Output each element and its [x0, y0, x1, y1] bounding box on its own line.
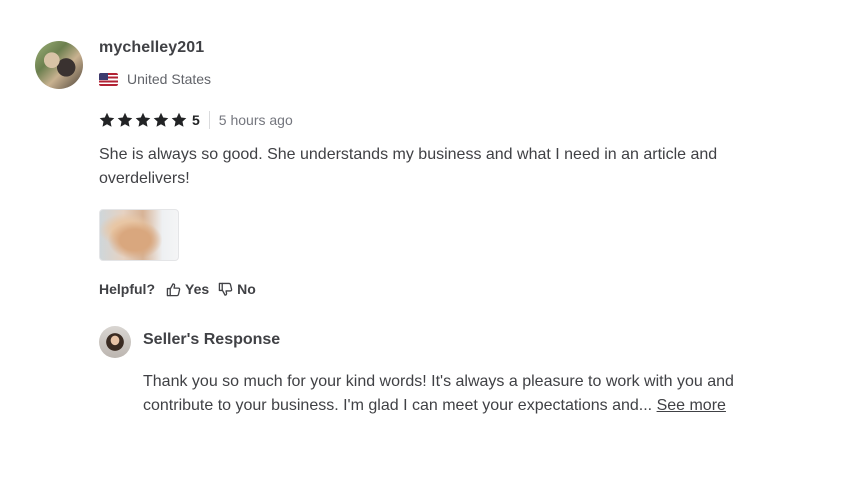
divider	[208, 111, 210, 129]
reviewer-username[interactable]: mychelley201	[99, 39, 204, 57]
star-icon	[99, 112, 115, 127]
seller-response-title: Seller's Response	[143, 331, 281, 348]
seller-response-body: Thank you so much for your kind words! I…	[143, 373, 734, 414]
helpful-yes-label: Yes	[185, 281, 210, 297]
star-icon	[153, 112, 169, 127]
reviewer-country: United States	[99, 69, 211, 89]
helpful-no-label: No	[237, 281, 256, 297]
review-card: mychelley201 United States 5 5 hours ago…	[0, 0, 842, 477]
us-flag-icon	[99, 72, 118, 86]
star-rating	[99, 112, 187, 128]
star-icon	[135, 112, 151, 127]
seller-avatar	[99, 326, 131, 358]
review-text: She is always so good. She understands m…	[99, 146, 718, 187]
seller-response-text: Thank you so much for your kind words! I…	[143, 370, 743, 418]
star-icon	[171, 112, 187, 127]
thumbs-up-icon	[166, 282, 181, 296]
thumbs-down-icon	[218, 282, 233, 296]
country-label: United States	[127, 71, 212, 87]
star-icon	[117, 112, 133, 127]
helpful-label: Helpful?	[99, 281, 155, 297]
review-time: 5 hours ago	[218, 112, 293, 128]
helpful-no-button[interactable]: No	[218, 281, 256, 297]
rating-value: 5	[192, 112, 200, 128]
rating-row: 5 5 hours ago	[99, 110, 293, 130]
helpful-row: Helpful? Yes No	[99, 279, 256, 299]
review-image-thumbnail[interactable]	[99, 209, 179, 261]
reviewer-avatar[interactable]	[35, 41, 83, 89]
see-more-link[interactable]: See more	[657, 397, 726, 414]
helpful-yes-button[interactable]: Yes	[166, 281, 209, 297]
